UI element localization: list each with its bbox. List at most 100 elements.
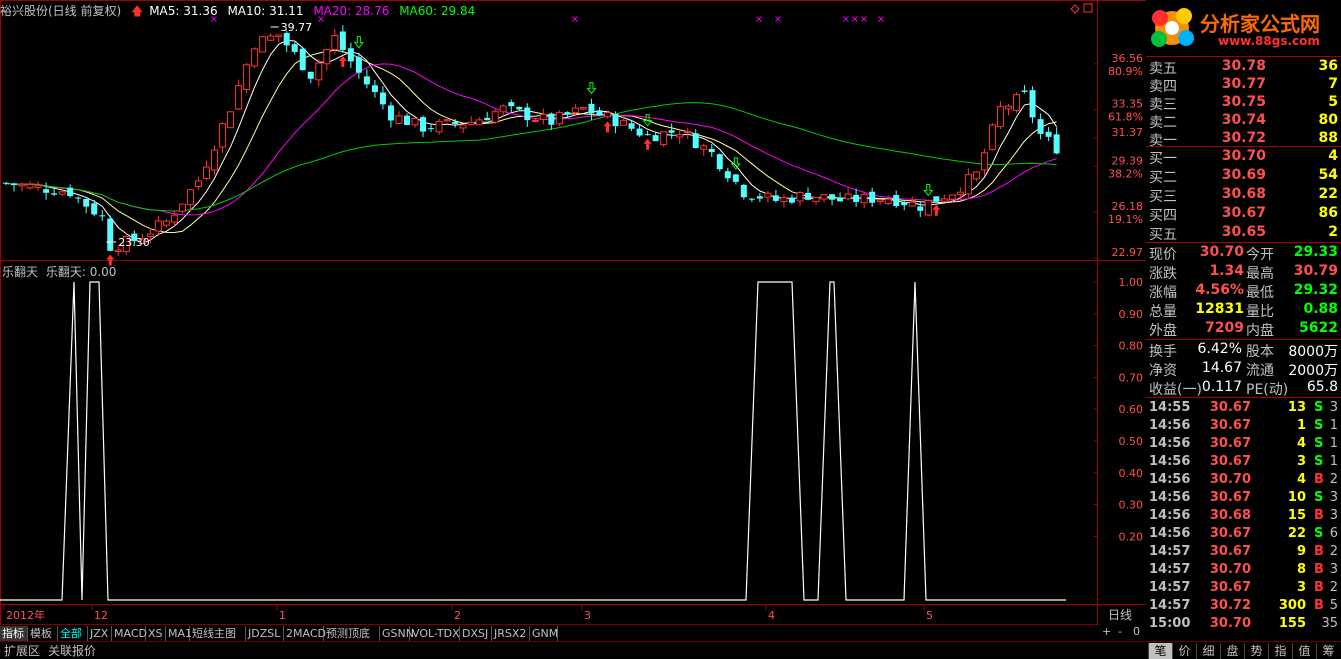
ask-price: 30.78	[1221, 58, 1266, 74]
indicator-tick-label: 0.80	[1119, 340, 1144, 353]
candle-up	[948, 194, 956, 200]
indicator-tab[interactable]: JDZSL	[246, 626, 284, 641]
tick-row: 14:56 30.67 3 S 1	[1146, 453, 1341, 471]
indicator-tab[interactable]: GNM	[530, 626, 558, 641]
candle-down	[339, 31, 346, 51]
candle-down	[692, 133, 699, 149]
right-panel-tab[interactable]: 盘	[1220, 643, 1244, 659]
time-axis-label: 2012年	[6, 608, 45, 622]
indicator-tab[interactable]: 短线主图	[190, 626, 246, 641]
bid-label: 买四	[1149, 208, 1177, 224]
bid-price: 30.65	[1221, 224, 1266, 240]
indicator-tab[interactable]: JZX	[88, 626, 112, 641]
price-tick-label: 33.35	[1112, 98, 1144, 111]
indicator-tab[interactable]: XS	[146, 626, 166, 641]
candle-up	[211, 149, 219, 171]
right-panel-tab[interactable]: 细	[1196, 643, 1220, 659]
indicator-tab[interactable]: MA1	[166, 626, 192, 641]
quote-key: 最高	[1246, 266, 1274, 282]
indicator-tab[interactable]: 指标	[0, 626, 28, 641]
bid-volume: 54	[1318, 167, 1338, 183]
right-panel-tab[interactable]: 势	[1244, 643, 1268, 659]
bid-volume: 86	[1318, 205, 1338, 221]
candle-up	[764, 192, 772, 198]
indicator-tab[interactable]: 预测顶底	[324, 626, 380, 641]
tick-time: 14:56	[1149, 508, 1191, 523]
indicator-tick-label: 0.50	[1119, 435, 1144, 448]
candle-up	[170, 214, 178, 223]
tick-side: B	[1314, 508, 1324, 523]
candle-up	[539, 113, 547, 120]
candle-up	[820, 194, 828, 200]
indicator-tab[interactable]: DXSJ	[460, 626, 492, 641]
tick-side: B	[1314, 562, 1324, 577]
right-panel-tab[interactable]: 值	[1292, 643, 1316, 659]
price-tick-label: 31.37	[1112, 126, 1144, 139]
fund-value: 0.117	[1201, 379, 1242, 395]
zoom-out-button[interactable]: -	[1118, 625, 1122, 638]
bid-label: 买二	[1149, 170, 1177, 186]
indicator-tab[interactable]: 全部	[58, 626, 88, 641]
right-panel-tab[interactable]: 笔	[1148, 643, 1172, 659]
kline-chart-area[interactable]: 36.56 80.9% 33.35 61.8% 31.37 29.39 38.2% 26.18…	[0, 0, 1341, 625]
fib-pct-label: 38.2%	[1108, 167, 1143, 180]
tick-price: 30.70	[1209, 472, 1251, 487]
right-panel-tab[interactable]: 筹	[1316, 643, 1340, 659]
candle-down	[363, 76, 370, 85]
bid-row: 买三 30.68 22	[1146, 185, 1341, 205]
ask-volume: 5	[1328, 94, 1338, 110]
expand-area-tab[interactable]: 扩展区	[0, 643, 44, 659]
fund-value: 65.8	[1306, 379, 1338, 395]
tick-time: 15:00	[1149, 616, 1191, 631]
quote-value: 1.34	[1209, 263, 1244, 279]
related-quotes-tab[interactable]: 关联报价	[44, 643, 100, 659]
candle-down	[564, 112, 571, 115]
quote-key: 今开	[1246, 247, 1274, 263]
candle-up	[796, 192, 804, 202]
candle-up	[443, 119, 451, 122]
time-axis-label: 3	[584, 609, 591, 622]
tick-volume: 8	[1296, 562, 1306, 577]
right-panel-tab[interactable]: 指	[1268, 643, 1292, 659]
bottom-bar: 扩展区 关联报价 笔价细盘势指值筹	[0, 641, 1341, 659]
candle-up	[1013, 94, 1021, 111]
tick-volume: 22	[1287, 526, 1306, 541]
tick-volume: 4	[1296, 472, 1306, 487]
quote-key: 最低	[1246, 285, 1274, 301]
tick-time: 14:57	[1149, 598, 1191, 613]
candle-down	[588, 103, 595, 114]
tick-row: 14:56 30.67 4 S 1	[1146, 435, 1341, 453]
indicator-tab[interactable]: 2MACD	[284, 626, 326, 641]
right-panel-tab[interactable]: 价	[1172, 643, 1196, 659]
tick-side: S	[1314, 400, 1324, 415]
indicator-tab[interactable]: MACD	[112, 626, 147, 641]
tick-time: 14:57	[1149, 544, 1191, 559]
time-axis-label: 1	[279, 609, 286, 622]
tick-row: 14:55 30.67 13 S 3	[1146, 399, 1341, 417]
indicator-tab[interactable]: VOL-TDX	[410, 626, 460, 641]
indicator-tick-label: 0.30	[1119, 499, 1144, 512]
time-axis-label: 4	[768, 609, 775, 622]
high-price-marker: 39.77	[281, 21, 313, 34]
indicator-tick-label: 0.60	[1119, 403, 1144, 416]
indicator-tab[interactable]: JRSX2	[492, 626, 530, 641]
bid-row: 买四 30.67 86	[1146, 204, 1341, 224]
candle-up	[531, 119, 539, 122]
fund-value: 14.67	[1201, 360, 1242, 376]
stock-title: 裕兴股份(日线 前复权)	[0, 4, 122, 18]
candle-up	[1005, 105, 1012, 110]
candle-up	[34, 184, 42, 188]
candle-down	[107, 218, 114, 251]
indicator-tab[interactable]: GSNN	[380, 626, 414, 641]
kline-chart-svg[interactable]: 36.5680.9% 33.3561.8% 31.37 29.3938.2% 26.18…	[0, 0, 1146, 625]
indicator-tab[interactable]: 模板	[28, 626, 58, 641]
zoom-in-button[interactable]: +	[1102, 625, 1111, 638]
candle-up	[275, 34, 283, 38]
tick-count: 3	[1329, 400, 1338, 415]
candle-down	[644, 134, 651, 136]
candle-down	[748, 198, 755, 200]
tick-price: 30.67	[1209, 526, 1251, 541]
candle-down	[83, 198, 90, 207]
tick-price: 30.67	[1209, 544, 1251, 559]
zoom-reset-button[interactable]: 0	[1133, 625, 1140, 638]
